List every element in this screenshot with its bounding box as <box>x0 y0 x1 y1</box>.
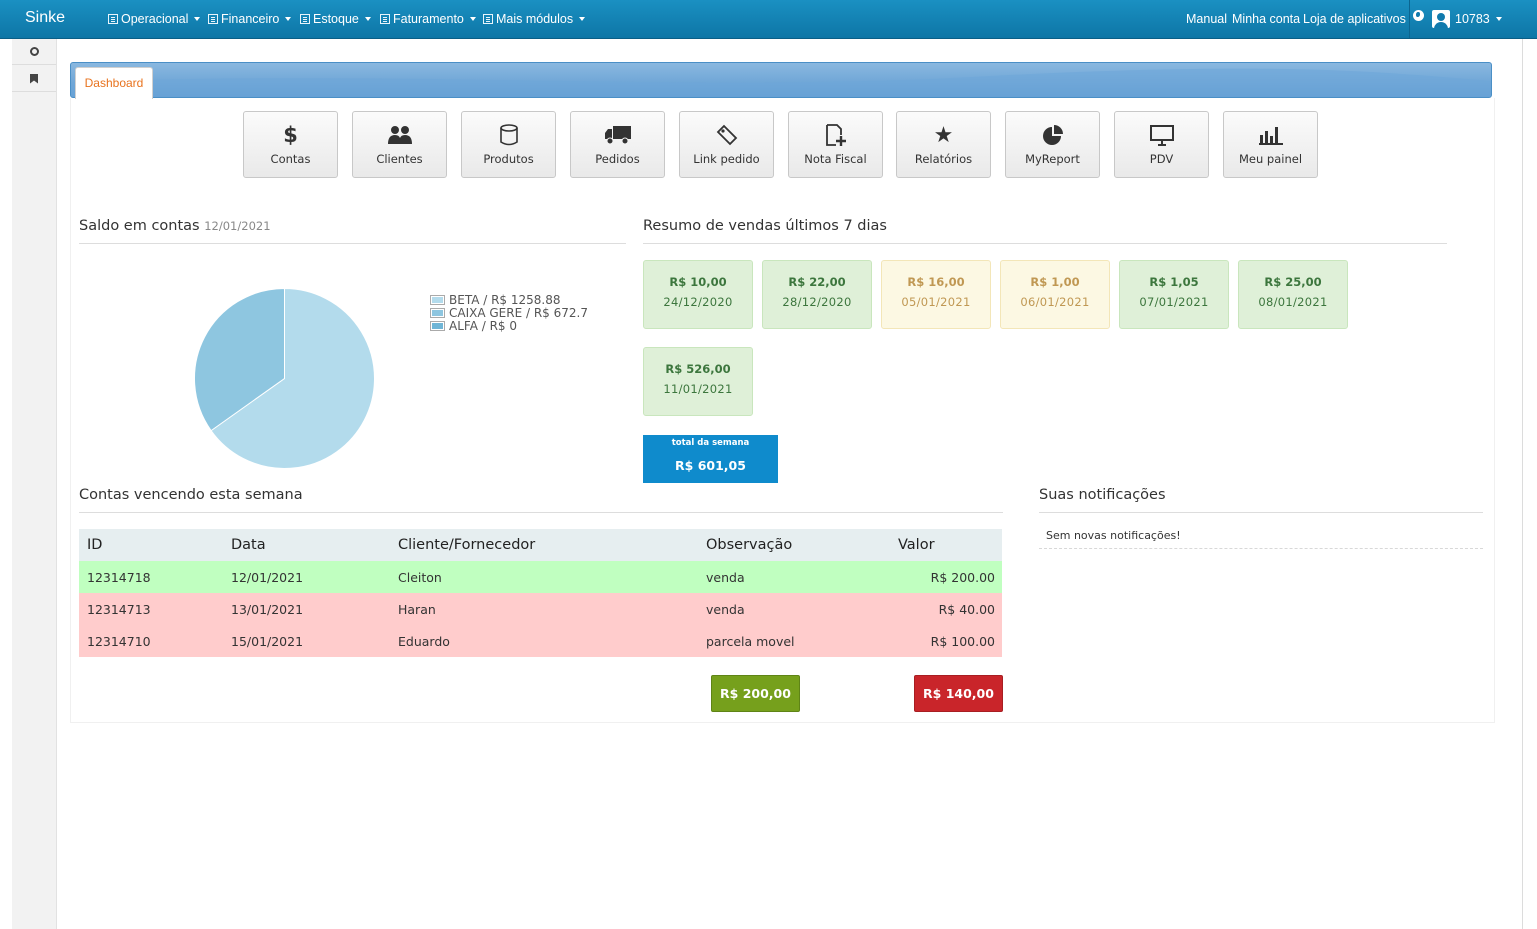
shortcut-pedidos[interactable]: Pedidos <box>570 111 665 178</box>
bills-table: ID Data Cliente/Fornecedor Observação Va… <box>79 529 1002 657</box>
menu-faturamento[interactable]: Faturamento <box>380 12 476 26</box>
page-divider <box>1522 39 1523 929</box>
sale-day-box: R$ 22,00 28/12/2020 <box>762 260 872 329</box>
user-icon[interactable] <box>1432 10 1450 28</box>
menu-mais-modulos[interactable]: Mais módulos <box>483 12 586 26</box>
sale-day-box: R$ 526,00 11/01/2021 <box>643 347 753 416</box>
caret-down-icon <box>579 17 586 21</box>
caret-down-icon <box>285 17 292 21</box>
balance-date: 12/01/2021 <box>204 219 271 233</box>
menu-operacional[interactable]: Operacional <box>108 12 201 26</box>
sale-day-box: R$ 25,00 08/01/2021 <box>1238 260 1348 329</box>
bills-heading: Contas vencendo esta semana <box>79 487 303 503</box>
navbar-divider <box>1409 0 1410 38</box>
legend-swatch <box>430 321 445 331</box>
shortcut-clientes[interactable]: Clientes <box>352 111 447 178</box>
menu-financeiro[interactable]: Financeiro <box>208 12 292 26</box>
sale-day-box: R$ 10,00 24/12/2020 <box>643 260 753 329</box>
legend-item-caixa-gere: CAIXA GERE / R$ 672.7 <box>430 306 588 320</box>
shortcut-pdv[interactable]: PDV <box>1114 111 1209 178</box>
table-row[interactable]: 12314710 15/01/2021 Eduardo parcela move… <box>79 625 1002 657</box>
sales-heading: Resumo de vendas últimos 7 dias <box>643 218 887 234</box>
monitor-icon <box>1115 123 1208 147</box>
table-row[interactable]: 12314713 13/01/2021 Haran venda R$ 40.00 <box>79 593 1002 625</box>
shortcut-contas[interactable]: $ Contas <box>243 111 338 178</box>
shortcut-relatorios[interactable]: ★ Relatórios <box>896 111 991 178</box>
globe-icon[interactable] <box>1413 10 1424 21</box>
col-header-note[interactable]: Observação <box>698 529 898 561</box>
tab-bar-background <box>71 68 1491 97</box>
caret-down-icon <box>364 17 371 21</box>
sale-day-box: R$ 1,05 07/01/2021 <box>1119 260 1229 329</box>
table-header-row: ID Data Cliente/Fornecedor Observação Va… <box>79 529 1002 561</box>
user-menu[interactable]: 10783 <box>1455 12 1502 26</box>
total-receivable-button[interactable]: R$ 200,00 <box>711 675 800 712</box>
menu-icon <box>108 14 118 24</box>
menu-icon <box>483 14 493 24</box>
col-header-client[interactable]: Cliente/Fornecedor <box>390 529 698 561</box>
menu-icon <box>380 14 390 24</box>
shortcut-link-pedido[interactable]: Link pedido <box>679 111 774 178</box>
divider <box>79 243 626 244</box>
col-header-date[interactable]: Data <box>223 529 390 561</box>
database-icon <box>462 123 555 147</box>
caret-down-icon <box>1495 17 1502 21</box>
balance-pie-chart <box>194 287 375 469</box>
link-manual[interactable]: Manual <box>1186 12 1227 26</box>
col-header-id[interactable]: ID <box>79 529 223 561</box>
col-header-value[interactable]: Valor <box>898 529 1002 561</box>
divider <box>1039 512 1483 513</box>
legend-swatch <box>430 308 445 318</box>
dollar-icon: $ <box>283 123 298 147</box>
week-total-box: total da semana R$ 601,05 <box>643 435 778 483</box>
caret-down-icon <box>194 17 201 21</box>
notifications-heading: Suas notificações <box>1039 487 1166 503</box>
tag-icon <box>680 123 773 147</box>
legend-swatch <box>430 295 445 305</box>
caret-down-icon <box>469 17 476 21</box>
menu-icon <box>208 14 218 24</box>
bookmark-button[interactable] <box>12 66 56 92</box>
notifications-empty-text: Sem novas notificações! <box>1039 522 1483 549</box>
legend-item-alfa: ALFA / R$ 0 <box>430 319 517 333</box>
tab-bar <box>70 62 1492 98</box>
sale-day-box: R$ 1,00 06/01/2021 <box>1000 260 1110 329</box>
bookmark-icon <box>30 73 38 84</box>
shortcut-nota-fiscal[interactable]: Nota Fiscal <box>788 111 883 178</box>
users-icon <box>353 123 446 147</box>
truck-icon <box>571 123 664 147</box>
divider <box>643 243 1447 244</box>
star-icon: ★ <box>933 122 954 148</box>
divider <box>79 512 1003 513</box>
menu-icon <box>300 14 310 24</box>
top-navbar: Sinke Operacional Financeiro Estoque Fat… <box>0 0 1537 39</box>
pie-chart-icon <box>1006 123 1099 147</box>
link-minha-conta[interactable]: Minha conta <box>1232 12 1300 26</box>
brand-logo[interactable]: Sinke <box>25 9 65 27</box>
shortcut-meu-painel[interactable]: Meu painel <box>1223 111 1318 178</box>
menu-estoque[interactable]: Estoque <box>300 12 371 26</box>
bar-chart-icon <box>1224 123 1317 147</box>
gear-icon <box>28 47 39 56</box>
legend-item-beta: BETA / R$ 1258.88 <box>430 293 561 307</box>
total-payable-button[interactable]: R$ 140,00 <box>914 675 1003 712</box>
settings-button[interactable] <box>12 39 56 65</box>
sale-day-box: R$ 16,00 05/01/2021 <box>881 260 991 329</box>
link-loja-aplicativos[interactable]: Loja de aplicativos <box>1303 12 1406 26</box>
shortcut-produtos[interactable]: Produtos <box>461 111 556 178</box>
table-row[interactable]: 12314718 12/01/2021 Cleiton venda R$ 200… <box>79 561 1002 593</box>
tab-dashboard[interactable]: Dashboard <box>75 67 153 99</box>
file-plus-icon <box>789 123 882 147</box>
shortcut-myreport[interactable]: MyReport <box>1005 111 1100 178</box>
left-sidebar <box>12 39 57 929</box>
balance-heading: Saldo em contas 12/01/2021 <box>79 218 271 234</box>
